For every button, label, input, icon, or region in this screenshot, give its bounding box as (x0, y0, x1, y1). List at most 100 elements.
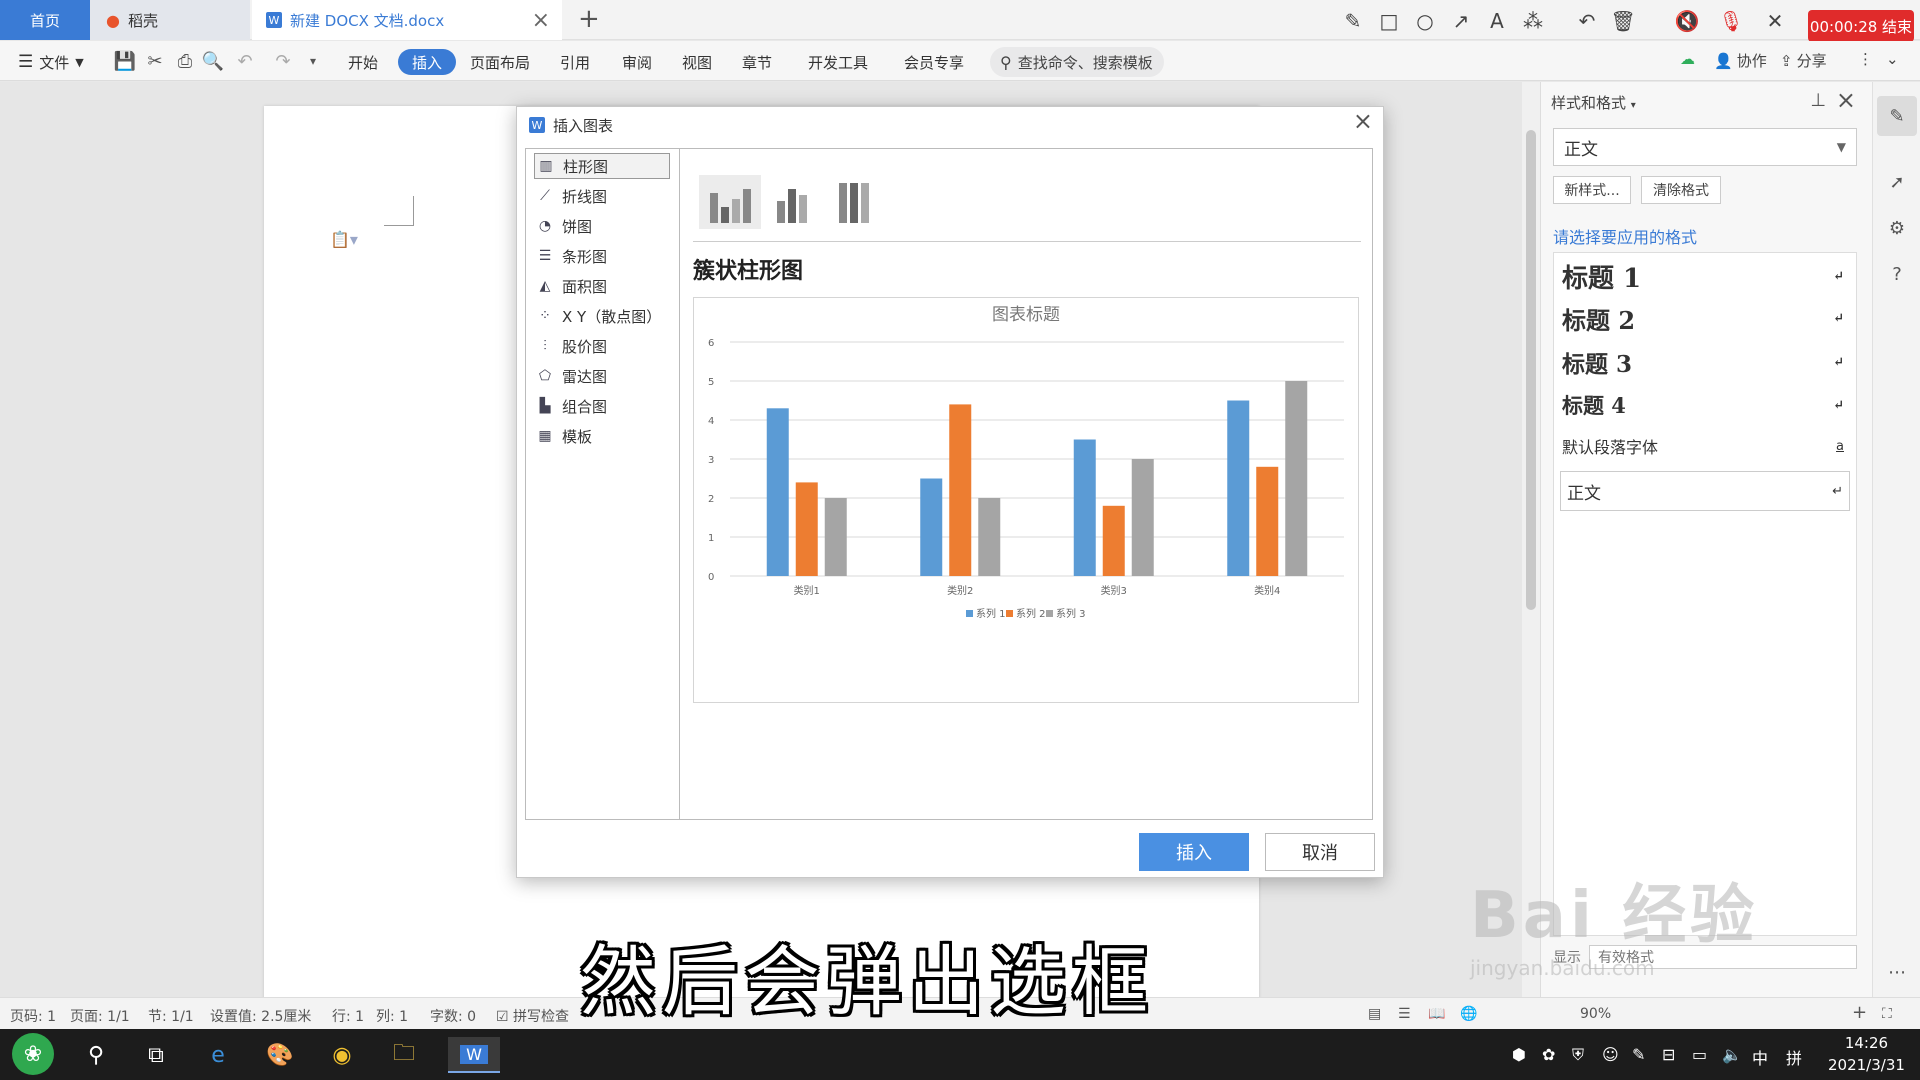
paste-options-icon[interactable]: 📋▾ (330, 230, 358, 249)
style-item-heading-1[interactable]: 标题 1 ↵ (1560, 257, 1850, 295)
style-pen-icon[interactable]: ✎ (1877, 96, 1917, 136)
wps-writer-taskbar-icon[interactable]: W (448, 1037, 500, 1073)
search-icon[interactable]: ⚲ (78, 1037, 114, 1073)
collaborate-button[interactable]: 👤 协作 (1714, 50, 1767, 71)
format-painter-icon[interactable]: ✂ (144, 50, 166, 72)
insert-button[interactable]: 插入 (1139, 833, 1249, 871)
menu-chapter[interactable]: 章节 (742, 49, 772, 75)
category-stock[interactable]: ⫶ 股价图 (534, 333, 670, 359)
fullscreen-icon[interactable]: ⛶ (1882, 1006, 1892, 1022)
redo-icon[interactable]: ↷ (272, 50, 294, 72)
file-menu[interactable]: ☰ 文件 ▼ (18, 49, 84, 75)
style-item-default-font[interactable]: 默认段落字体 a (1560, 431, 1850, 461)
print-preview-icon[interactable]: 🔍 (202, 50, 224, 72)
tray-ime-mode[interactable]: 拼 (1786, 1045, 1802, 1069)
category-pie[interactable]: ◔ 饼图 (534, 213, 670, 239)
close-tab-icon[interactable]: × (532, 8, 550, 33)
outline-view-icon[interactable]: ☰ (1398, 1006, 1411, 1022)
tab-home[interactable]: 首页 (0, 0, 90, 40)
reading-view-icon[interactable]: 📖 (1428, 1006, 1445, 1022)
panel-title[interactable]: 样式和格式 ▾ (1551, 92, 1636, 113)
vertical-scrollbar[interactable] (1522, 82, 1540, 997)
close-recorder-icon[interactable]: ✕ (1764, 9, 1786, 33)
scrollbar-thumb[interactable] (1526, 130, 1536, 610)
settings-sliders-icon[interactable]: ⚙ (1883, 214, 1911, 242)
tray-shield-icon[interactable]: ⛨ (1572, 1045, 1584, 1065)
style-item-heading-3[interactable]: 标题 3 ↵ (1560, 343, 1850, 381)
zoom-in-icon[interactable]: + (1852, 1002, 1867, 1023)
category-combo[interactable]: ▙ 组合图 (534, 393, 670, 419)
style-item-heading-4[interactable]: 标题 4 ↵ (1560, 387, 1850, 423)
command-search-input[interactable]: ⚲ 查找命令、搜索模板 (990, 47, 1164, 77)
menu-page-layout[interactable]: 页面布局 (470, 49, 530, 75)
tray-network-icon[interactable]: ⊟ (1662, 1045, 1675, 1064)
style-item-body[interactable]: 正文 ↵ (1560, 471, 1850, 511)
chrome-icon[interactable]: ◉ (324, 1037, 360, 1073)
print-icon[interactable]: ⎙ (174, 50, 196, 72)
style-item-heading-2[interactable]: 标题 2 ↵ (1560, 299, 1850, 337)
paint-app-icon[interactable]: 🎨 (262, 1037, 298, 1073)
category-column[interactable]: ▥ 柱形图 (534, 153, 670, 179)
trash-icon[interactable]: 🗑 (1610, 9, 1635, 33)
menu-developer[interactable]: 开发工具 (808, 49, 868, 75)
menu-references[interactable]: 引用 (560, 49, 590, 75)
spell-check-toggle[interactable]: ☑ 拼写检查 (496, 1006, 569, 1026)
close-panel-icon[interactable]: × (1836, 86, 1856, 114)
select-pointer-icon[interactable]: ➚ (1883, 168, 1911, 196)
collapse-ribbon-icon[interactable]: ⌄ (1886, 50, 1899, 68)
help-icon[interactable]: ? (1883, 260, 1911, 288)
cancel-button[interactable]: 取消 (1265, 833, 1375, 871)
menu-member[interactable]: 会员专享 (904, 49, 964, 75)
tray-ime-language[interactable]: 中 (1752, 1045, 1768, 1069)
status-word-count[interactable]: 字数: 0 (430, 1006, 476, 1026)
rectangle-icon[interactable]: □ (1378, 9, 1400, 33)
customize-toolbar-icon[interactable]: ▾ (302, 50, 324, 72)
speaker-mute-icon[interactable]: 🔇 (1675, 9, 1700, 33)
percent-stacked-column-thumbnail[interactable] (823, 175, 885, 229)
tray-volume-icon[interactable]: 🔈 (1722, 1045, 1742, 1064)
category-area[interactable]: ◭ 面积图 (534, 273, 670, 299)
category-bar[interactable]: ☰ 条形图 (534, 243, 670, 269)
new-style-button[interactable]: 新样式... (1553, 176, 1631, 204)
start-button-icon[interactable]: ❀ (12, 1033, 54, 1075)
magic-wand-icon[interactable]: ⁂ (1522, 9, 1544, 33)
new-tab-icon[interactable]: + (578, 4, 600, 34)
tray-ime-icon[interactable]: ✎ (1632, 1045, 1645, 1064)
mic-mute-icon[interactable]: 🎙 (1718, 9, 1743, 33)
tab-document[interactable]: W 新建 DOCX 文档.docx × (252, 0, 562, 40)
close-dialog-icon[interactable]: × (1353, 107, 1373, 135)
tab-daoke[interactable]: ● 稻壳 (90, 0, 250, 40)
file-explorer-icon[interactable]: 🗀 (386, 1037, 422, 1073)
cloud-sync-icon[interactable]: ☁ (1680, 50, 1695, 68)
circle-icon[interactable]: ○ (1414, 9, 1436, 33)
share-button[interactable]: ⇪ 分享 (1780, 50, 1827, 71)
menu-view[interactable]: 视图 (682, 49, 712, 75)
task-view-icon[interactable]: ⧉ (138, 1037, 174, 1073)
undo-icon[interactable]: ↶ (1576, 9, 1598, 33)
category-radar[interactable]: ⬠ 雷达图 (534, 363, 670, 389)
menu-review[interactable]: 审阅 (622, 49, 652, 75)
more-icon[interactable]: ⋮ (1858, 50, 1873, 68)
pin-icon[interactable]: ⊥ (1810, 90, 1826, 111)
current-style-select[interactable]: 正文 ▼ (1553, 128, 1857, 166)
taskbar-clock[interactable]: 14:26 2021/3/31 (1828, 1032, 1905, 1076)
arrow-icon[interactable]: ↗ (1450, 9, 1472, 33)
stacked-column-thumbnail[interactable] (761, 175, 823, 229)
category-template[interactable]: ▦ 模板 (534, 423, 670, 449)
tray-wechat-icon[interactable]: ☺ (1602, 1045, 1619, 1064)
clear-format-button[interactable]: 清除格式 (1641, 176, 1721, 204)
pen-icon[interactable]: ✎ (1342, 9, 1364, 33)
tray-battery-icon[interactable]: ▭ (1692, 1045, 1707, 1064)
text-icon[interactable]: A (1486, 9, 1508, 33)
undo-icon[interactable]: ↶ (234, 50, 256, 72)
tray-app-icon[interactable]: ✿ (1542, 1045, 1555, 1064)
ie-browser-icon[interactable]: e (200, 1037, 236, 1073)
stop-recording-button[interactable]: 00:00:28 结束 (1808, 10, 1914, 42)
category-scatter[interactable]: ⁘ X Y（散点图） (534, 303, 670, 329)
save-icon[interactable]: 💾 (114, 50, 136, 72)
clustered-column-thumbnail[interactable] (699, 175, 761, 229)
menu-insert[interactable]: 插入 (398, 49, 457, 75)
zoom-level[interactable]: 90% (1580, 1006, 1611, 1022)
category-line[interactable]: ⟋ 折线图 (534, 183, 670, 209)
page-view-icon[interactable]: ▤ (1368, 1006, 1381, 1022)
